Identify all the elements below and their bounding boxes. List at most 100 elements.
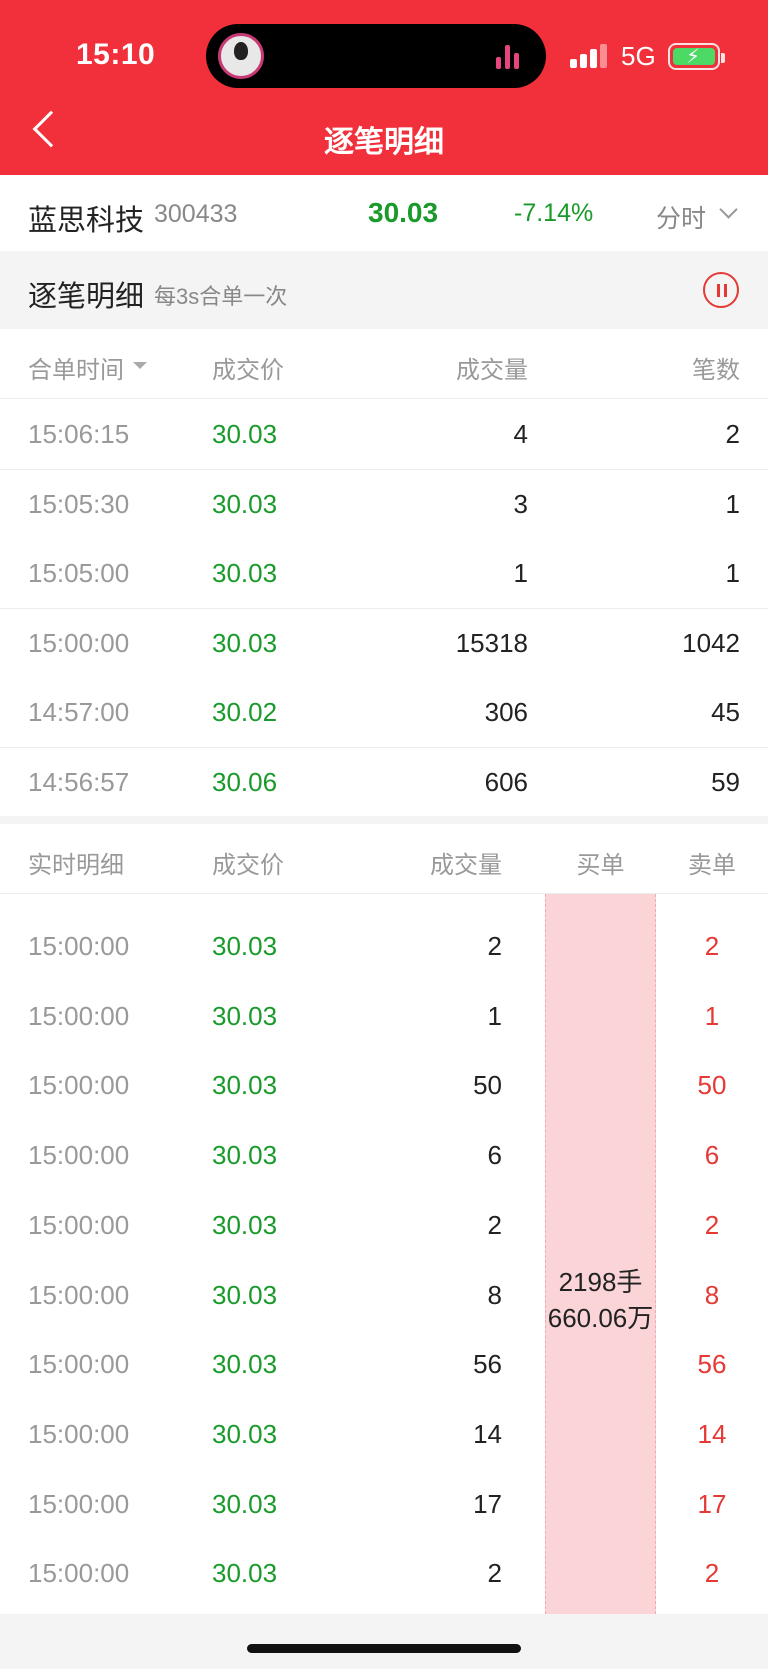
sort-down-icon[interactable] (133, 362, 147, 369)
buy-summary-lots: 2198手 (558, 1267, 643, 1297)
stock-price: 30.03 (368, 197, 439, 228)
dynamic-island[interactable] (206, 24, 546, 88)
row-volume: 2 (487, 1558, 502, 1589)
row-price: 30.03 (212, 1000, 278, 1031)
table-row[interactable]: 14:56:57 30.06 606 59 (0, 748, 768, 818)
row-time: 15:05:30 (28, 488, 130, 519)
row-count: 59 (711, 767, 740, 797)
table-row[interactable]: 15:00:00 30.03 6 6 (0, 1121, 768, 1191)
row-volume: 17 (473, 1488, 502, 1519)
section-header: 逐笔明细 每3s合单一次 (0, 251, 768, 329)
row-price: 30.03 (212, 627, 278, 658)
merged-table-header: 合单时间 成交价 成交量 笔数 (0, 329, 768, 399)
row-time: 14:57:00 (28, 697, 130, 728)
period-selector[interactable]: 分时 (656, 199, 706, 235)
row-count: 2 (725, 419, 740, 449)
row-sell: 56 (697, 1349, 727, 1380)
pause-icon[interactable] (703, 272, 739, 308)
row-volume: 1 (487, 1000, 502, 1031)
row-time: 15:00:00 (28, 1279, 130, 1310)
table-row[interactable]: 15:00:00 30.03 50 50 (0, 1051, 768, 1121)
row-count: 1 (725, 558, 740, 589)
footer-area (0, 1614, 768, 1669)
buy-summary: 2198手 660.06万 (545, 1264, 656, 1336)
row-time: 15:05:00 (28, 558, 130, 589)
header-volume: 成交量 (430, 852, 502, 879)
header-realtime: 实时明细 (28, 852, 124, 879)
battery-icon (668, 43, 725, 70)
row-sell: 8 (704, 1279, 720, 1310)
row-time: 15:00:00 (28, 1209, 130, 1240)
row-price: 30.03 (212, 1140, 278, 1171)
row-volume: 56 (473, 1349, 502, 1380)
row-time: 15:00:00 (28, 1488, 130, 1519)
row-price: 30.03 (212, 1558, 278, 1589)
header-count: 笔数 (692, 357, 740, 384)
row-price: 30.03 (212, 1279, 278, 1310)
table-row[interactable]: 15:00:00 30.03 56 56 (0, 1330, 768, 1400)
signal-icon (570, 44, 608, 68)
buy-summary-amount: 660.06万 (547, 1303, 654, 1333)
row-volume: 606 (484, 767, 528, 797)
section-divider (0, 816, 768, 824)
row-price: 30.03 (212, 558, 278, 589)
row-volume: 3 (513, 488, 528, 519)
table-row[interactable]: 15:00:00 30.03 17 17 (0, 1470, 768, 1540)
header-volume: 成交量 (456, 357, 528, 384)
row-price: 30.03 (212, 1349, 278, 1380)
table-row[interactable]: 15:00:00 30.03 1 1 (0, 982, 768, 1052)
table-row[interactable]: 15:05:30 30.03 3 1 (0, 469, 768, 540)
table-row[interactable]: 15:06:15 30.03 4 2 (0, 400, 768, 470)
row-time: 15:00:00 (28, 1070, 130, 1101)
row-price: 30.02 (212, 697, 278, 728)
status-time: 15:10 (76, 38, 156, 71)
row-volume: 2 (487, 1209, 502, 1240)
row-sell: 1 (704, 1000, 720, 1031)
row-sell: 17 (697, 1488, 727, 1519)
row-sell: 2 (704, 1209, 720, 1240)
row-time: 15:00:00 (28, 1140, 130, 1171)
stock-code: 300433 (154, 200, 238, 228)
row-count: 1042 (682, 627, 740, 658)
row-volume: 4 (513, 419, 528, 449)
row-volume: 2 (487, 931, 502, 961)
table-row[interactable]: 15:00:00 30.03 2 2 (0, 1191, 768, 1261)
page-title: 逐笔明细 (324, 126, 444, 159)
row-volume: 306 (484, 697, 528, 728)
row-time: 15:06:15 (28, 419, 130, 449)
home-indicator[interactable] (247, 1644, 521, 1653)
avatar (218, 33, 264, 79)
table-row[interactable]: 14:57:00 30.02 306 45 (0, 678, 768, 749)
row-price: 30.03 (212, 419, 278, 449)
row-volume: 1 (513, 558, 528, 589)
table-row[interactable]: 15:00:00 30.03 2 2 (0, 1539, 768, 1609)
section-title: 逐笔明细 (28, 281, 145, 313)
row-sell: 6 (704, 1140, 720, 1171)
realtime-table-header: 实时明细 成交价 成交量 买单 卖单 (0, 824, 768, 894)
stock-info-bar: 蓝思科技 300433 30.03 -7.14% 分时 (0, 175, 768, 251)
row-time: 15:00:00 (28, 1349, 130, 1380)
row-price: 30.06 (212, 767, 278, 797)
row-time: 15:00:00 (28, 1418, 130, 1449)
row-price: 30.03 (212, 1488, 278, 1519)
row-volume: 50 (473, 1070, 502, 1101)
row-price: 30.03 (212, 488, 278, 519)
row-time: 15:00:00 (28, 931, 130, 961)
header-price: 成交价 (212, 357, 284, 384)
header-buy: 买单 (576, 852, 625, 879)
row-time: 15:00:00 (28, 627, 130, 658)
table-row[interactable]: 15:00:00 30.03 2 2 (0, 912, 768, 982)
audio-bars-icon (496, 43, 524, 69)
row-volume: 6 (487, 1140, 502, 1171)
row-sell: 50 (697, 1070, 727, 1101)
row-time: 15:00:00 (28, 1558, 130, 1589)
row-price: 30.03 (212, 1209, 278, 1240)
table-row[interactable]: 15:00:00 30.03 15318 1042 (0, 608, 768, 679)
header-merge-time[interactable]: 合单时间 (28, 350, 124, 385)
table-row[interactable]: 15:00:00 30.03 14 14 (0, 1400, 768, 1470)
row-price: 30.03 (212, 1070, 278, 1101)
row-volume: 14 (473, 1418, 502, 1449)
row-count: 45 (711, 697, 740, 728)
row-sell: 14 (697, 1418, 727, 1449)
table-row[interactable]: 15:05:00 30.03 1 1 (0, 539, 768, 610)
